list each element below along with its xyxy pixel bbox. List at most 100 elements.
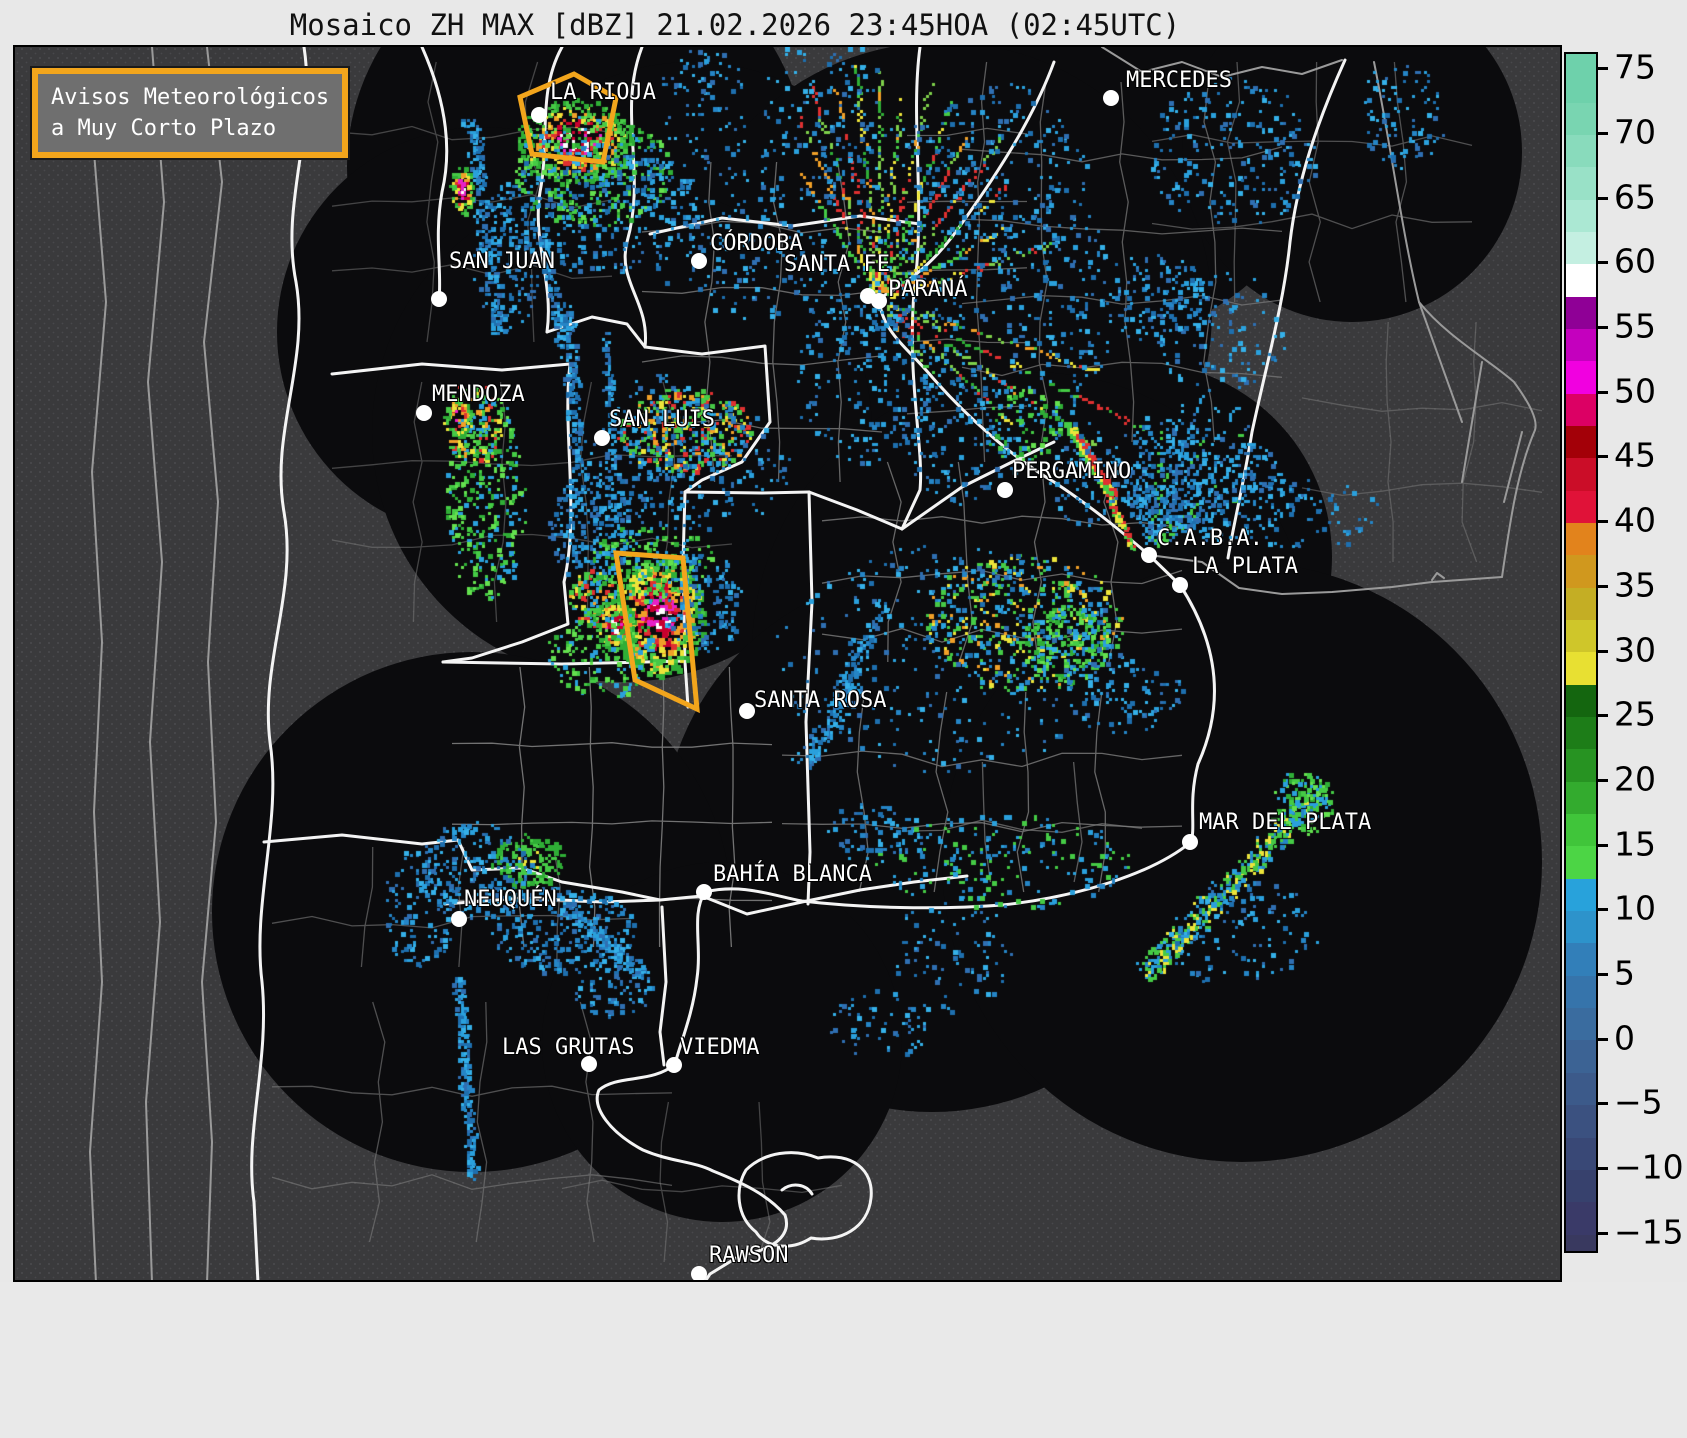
city-dot	[871, 293, 887, 309]
colorbar-tick-mark	[1596, 131, 1608, 135]
colorbar-tick-mark	[1596, 325, 1608, 329]
colorbar-segment	[1566, 361, 1596, 394]
radar-map: MERCEDES LA RIOJA CÓRDOBA SAN JUAN SANTA FE P…	[13, 45, 1562, 1282]
colorbar-segment	[1566, 555, 1596, 588]
colorbar-tick-label: 15	[1614, 824, 1656, 864]
colorbar-tick-label: −10	[1614, 1147, 1684, 1187]
colorbar-segment	[1566, 1202, 1596, 1235]
colorbar-segment	[1566, 1234, 1596, 1251]
footer-logos: Servicio Meteorológico Nacional Argentin…	[0, 1282, 1687, 1438]
city-dot	[739, 703, 755, 719]
radar-product-page: Mosaico ZH MAX [dBZ] 21.02.2026 23:45HOA…	[0, 0, 1687, 1438]
colorbar-segment	[1566, 749, 1596, 782]
colorbar-tick-mark	[1596, 520, 1608, 524]
city-dot	[691, 253, 707, 269]
city-label: VIEDMA	[680, 1035, 760, 1060]
colorbar-segment	[1566, 911, 1596, 944]
colorbar-tick-mark	[1596, 649, 1608, 653]
colorbar-segment	[1566, 975, 1596, 1009]
colorbar-tick-mark	[1596, 67, 1608, 71]
colorbar-tick-label: 70	[1614, 112, 1656, 152]
city-dot	[581, 1056, 597, 1072]
colorbar-segment	[1566, 102, 1596, 135]
colorbar-tick-label: 35	[1614, 565, 1656, 605]
city-label: MAR DEL PLATA	[1199, 810, 1372, 835]
warning-polygon-la-pampa-san-luis	[613, 550, 700, 714]
colorbar-tick-mark	[1596, 908, 1608, 912]
colorbar-tick-label: 20	[1614, 759, 1656, 799]
colorbar-tick-label: 45	[1614, 436, 1656, 476]
colorbar-tick-mark	[1596, 196, 1608, 200]
city-dot	[1182, 834, 1198, 850]
city-label: LA RIOJA	[550, 80, 656, 105]
city-label: SANTA FE	[784, 252, 890, 277]
city-label: MERCEDES	[1126, 68, 1232, 93]
colorbar-tick-mark	[1596, 455, 1608, 459]
reflectivity-colorbar	[1564, 52, 1598, 1253]
colorbar-segment	[1566, 296, 1596, 329]
warning-legend-box: Avisos Meteorológicos a Muy Corto Plazo	[32, 68, 349, 158]
colorbar-tick-mark	[1596, 973, 1608, 976]
colorbar-tick-label: −5	[1614, 1083, 1663, 1123]
colorbar-segment	[1566, 458, 1596, 491]
city-dot	[1172, 577, 1188, 593]
colorbar-tick-label: 50	[1614, 371, 1656, 411]
colorbar-segment	[1566, 70, 1596, 103]
city-label: SAN JUAN	[449, 249, 555, 274]
city-label: RAWSON	[709, 1243, 789, 1268]
city-dot	[997, 482, 1013, 498]
colorbar-tick-label: 75	[1614, 47, 1656, 87]
colorbar-tick-label: 65	[1614, 177, 1656, 217]
colorbar-segment	[1566, 587, 1596, 621]
colorbar-segment	[1566, 620, 1596, 653]
colorbar-tick-mark	[1596, 778, 1608, 782]
colorbar-segment	[1566, 522, 1596, 556]
city-label: SANTA ROSA	[754, 688, 887, 713]
city-dot	[431, 291, 447, 307]
city-label: LAS GRUTAS	[502, 1035, 635, 1060]
colorbar-segment	[1566, 1137, 1596, 1170]
colorbar-tick-label: 30	[1614, 630, 1656, 670]
colorbar-segment	[1566, 167, 1596, 200]
colorbar-segment	[1566, 1040, 1596, 1073]
city-dot	[451, 911, 467, 927]
colorbar-segment	[1566, 878, 1596, 912]
colorbar-segment	[1566, 943, 1596, 976]
colorbar-tick-label: −15	[1614, 1212, 1684, 1252]
city-dot	[531, 107, 547, 123]
colorbar-segment	[1566, 684, 1596, 718]
colorbar-segment	[1566, 328, 1596, 362]
colorbar-tick-label: 55	[1614, 306, 1656, 346]
colorbar-segment	[1566, 264, 1596, 297]
colorbar-tick-mark	[1596, 390, 1608, 394]
colorbar-segment	[1566, 814, 1596, 847]
city-label: MENDOZA	[432, 382, 525, 407]
colorbar-segment	[1566, 1008, 1596, 1041]
colorbar-tick-label: 5	[1614, 953, 1635, 993]
warning-line2: a Muy Corto Plazo	[51, 116, 277, 141]
colorbar-segment	[1566, 1072, 1596, 1106]
colorbar-tick-mark	[1596, 714, 1608, 718]
colorbar-tick-mark	[1596, 1037, 1608, 1041]
city-dot	[666, 1057, 682, 1073]
colorbar-tick-label: 0	[1614, 1018, 1635, 1058]
colorbar-segment	[1566, 781, 1596, 815]
city-label: PARANÁ	[888, 277, 968, 302]
city-label: BAHÍA BLANCA	[713, 862, 872, 887]
colorbar-tick-mark	[1596, 261, 1608, 265]
warning-line1: Avisos Meteorológicos	[51, 85, 330, 110]
city-dot	[696, 884, 712, 900]
city-dot	[1141, 547, 1157, 563]
colorbar-segment	[1566, 717, 1596, 750]
colorbar-tick-label: 40	[1614, 500, 1656, 540]
colorbar-segment	[1566, 1105, 1596, 1138]
colorbar-segment	[1566, 54, 1596, 71]
colorbar-segment	[1566, 199, 1596, 232]
colorbar-segment	[1566, 393, 1596, 426]
city-label: SAN LUIS	[609, 407, 715, 432]
colorbar-segment	[1566, 134, 1596, 168]
warning-polygons	[517, 71, 700, 714]
city-label: PERGAMINO	[1012, 459, 1132, 484]
colorbar-tick-mark	[1596, 843, 1608, 847]
city-label: NEUQUÉN	[464, 887, 557, 912]
